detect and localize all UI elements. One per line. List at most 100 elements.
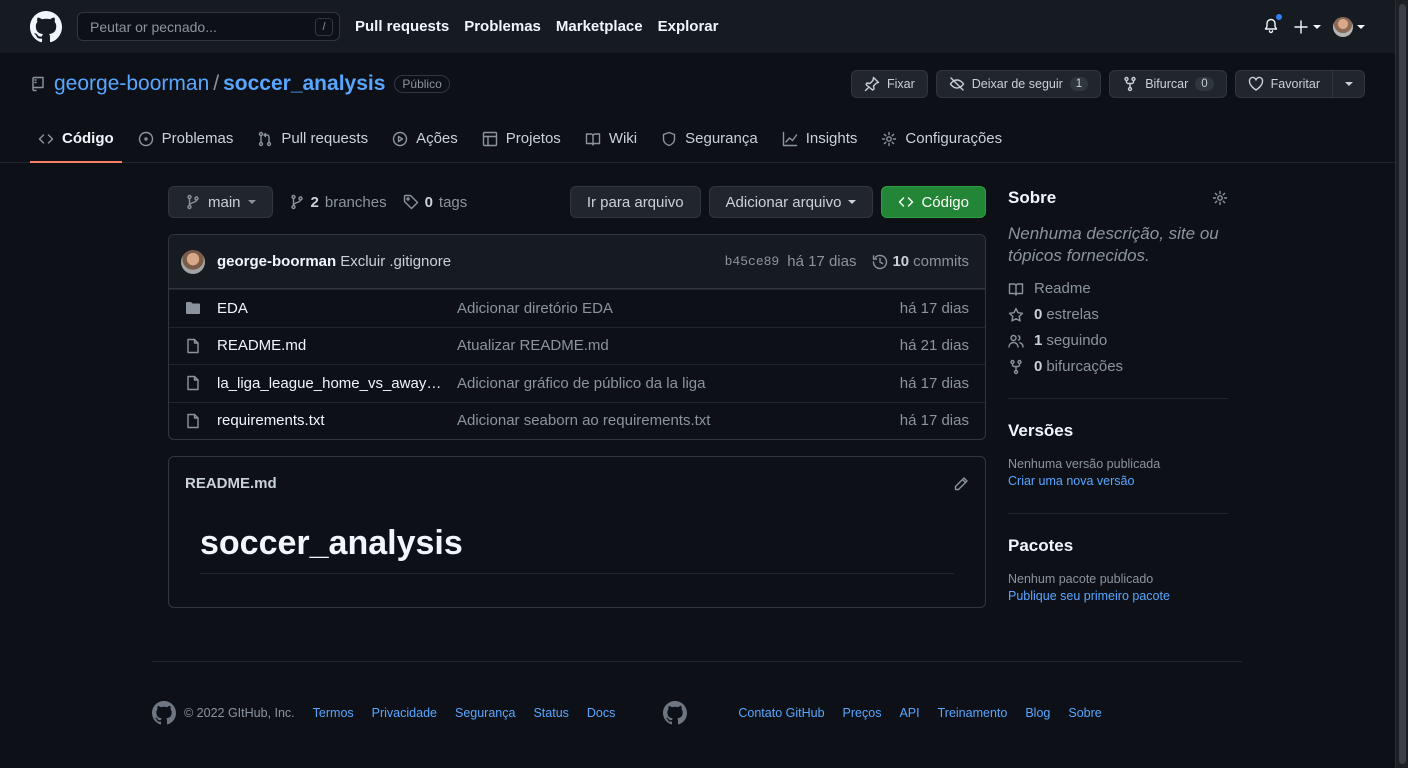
footer-link-contact[interactable]: Contato GitHub [738,706,824,720]
nav-marketplace[interactable]: Marketplace [556,18,643,35]
tab-projects[interactable]: Projetos [474,115,569,162]
commit-sha-link[interactable]: b45ce89 [725,254,780,269]
commits-history-link[interactable]: 10 commits [872,253,969,270]
notifications-bell-icon[interactable] [1263,12,1283,36]
unwatch-button[interactable]: Deixar de seguir 1 [935,70,1102,98]
footer-link-security[interactable]: Segurança [455,706,515,720]
divider [1008,513,1228,514]
pencil-icon[interactable] [953,476,969,492]
nav-pull-requests[interactable]: Pull requests [355,18,449,35]
commit-date: há 17 dias [787,253,857,270]
gear-icon [882,131,897,146]
user-menu[interactable] [1333,16,1365,37]
watching-count: 1 [1034,332,1043,349]
tab-insights[interactable]: Insights [774,115,866,162]
footer-link-training[interactable]: Treinamento [938,706,1008,720]
fork-button[interactable]: Bifurcar 0 [1109,70,1227,98]
main-content: main 2 branches 0 tags Ir para arquivo A… [168,186,986,608]
file-browser: george-boorman Excluir .gitignore b45ce8… [168,234,986,440]
nav-issues[interactable]: Problemas [464,18,541,35]
tab-pull-requests[interactable]: Pull requests [249,115,376,162]
releases-title[interactable]: Versões [1008,421,1228,441]
page: Peutar or pecnado... / Pull requests Pro… [0,0,1395,768]
commit-message-link[interactable]: Excluir .gitignore [340,253,451,270]
footer-link-status[interactable]: Status [533,706,568,720]
github-logo-icon[interactable] [663,701,688,725]
search-placeholder: Peutar or pecnado... [90,18,217,35]
github-logo-icon[interactable] [30,10,62,43]
file-commit-message-link[interactable]: Adicionar diretório EDA [457,300,900,317]
graph-icon [782,131,797,146]
repo-name-link[interactable]: soccer_analysis [223,72,385,96]
readme-filename-link[interactable]: README.md [185,475,277,492]
nav-explore[interactable]: Explorar [658,18,719,35]
tab-label: Pull requests [281,130,369,147]
commit-author-link[interactable]: george-boorman [217,253,336,270]
search-input[interactable]: Peutar or pecnado... / [77,12,340,41]
packages-title[interactable]: Pacotes [1008,536,1228,556]
gear-icon[interactable] [1212,190,1228,206]
footer-link-privacy[interactable]: Privacidade [372,706,437,720]
tags-link[interactable]: 0 tags [403,194,467,211]
scrollbar-thumb[interactable] [1399,4,1406,764]
readme-heading: soccer_analysis [200,524,954,574]
avatar[interactable] [181,249,205,274]
tab-code[interactable]: Código [30,115,122,163]
tab-issues[interactable]: Problemas [130,115,242,162]
file-commit-message-link[interactable]: Adicionar gráfico de público da la liga [457,375,900,392]
footer-link-terms[interactable]: Termos [313,706,354,720]
branches-link[interactable]: 2 branches [289,194,387,211]
search-shortcut-key: / [315,17,333,36]
fork-count: 0 [1195,77,1214,91]
forks-link[interactable]: 0 bifurcações [1008,358,1228,375]
file-icon [185,413,201,429]
footer-link-about[interactable]: Sobre [1068,706,1101,720]
tab-settings[interactable]: Configurações [873,115,1010,162]
star-list-dropdown[interactable] [1332,71,1364,97]
readme-link[interactable]: Readme [1008,280,1228,297]
star-label: Favoritar [1270,77,1320,91]
file-commit-message-link[interactable]: Atualizar README.md [457,337,900,354]
tab-label: Segurança [685,130,758,147]
repo-owner-link[interactable]: george-boorman [54,72,209,96]
readme-label: Readme [1034,280,1091,297]
file-row[interactable]: requirements.txt Adicionar seaborn ao re… [169,401,985,440]
watching-label: seguindo [1046,332,1108,349]
tab-security[interactable]: Segurança [653,115,766,162]
publish-package-link[interactable]: Publique seu primeiro pacote [1008,589,1170,603]
watchers-link[interactable]: 1 seguindo [1008,332,1228,349]
tab-actions[interactable]: Ações [384,115,466,162]
stars-link[interactable]: 0 estrelas [1008,306,1228,323]
file-row[interactable]: EDA Adicionar diretório EDA há 17 dias [169,289,985,327]
footer-link-pricing[interactable]: Preços [843,706,882,720]
create-release-link[interactable]: Criar uma nova versão [1008,474,1134,488]
file-name-link[interactable]: EDA [217,300,443,317]
unwatch-label: Deixar de seguir [971,77,1063,91]
branch-select-button[interactable]: main [168,186,273,218]
go-to-file-button[interactable]: Ir para arquivo [569,186,701,218]
file-name-link[interactable]: la_liga_league_home_vs_away_att... [217,375,443,392]
create-new-menu[interactable] [1293,19,1321,35]
people-icon [1008,334,1024,348]
file-name-link[interactable]: README.md [217,337,443,354]
code-button[interactable]: Código [881,186,986,218]
star-button[interactable]: Favoritar [1234,70,1365,98]
scrollbar[interactable] [1395,0,1408,768]
footer-link-api[interactable]: API [899,706,919,720]
about-title: Sobre [1008,188,1057,207]
file-row[interactable]: README.md Atualizar README.md há 21 dias [169,326,985,365]
heart-icon [1248,76,1263,91]
issue-opened-icon [138,131,153,146]
file-date: há 17 dias [899,374,969,392]
file-commit-message-link[interactable]: Adicionar seaborn ao requirements.txt [457,412,900,429]
star-icon [1008,307,1024,322]
github-logo-icon[interactable] [152,701,176,725]
footer-link-blog[interactable]: Blog [1025,706,1050,720]
code-icon [38,133,54,144]
tab-wiki[interactable]: Wiki [577,115,645,162]
file-name-link[interactable]: requirements.txt [217,412,443,429]
footer-link-docs[interactable]: Docs [587,706,615,720]
add-file-button[interactable]: Adicionar arquivo [708,186,874,218]
file-row[interactable]: la_liga_league_home_vs_away_att... Adici… [169,364,985,402]
pin-button[interactable]: Fixar [850,70,928,98]
